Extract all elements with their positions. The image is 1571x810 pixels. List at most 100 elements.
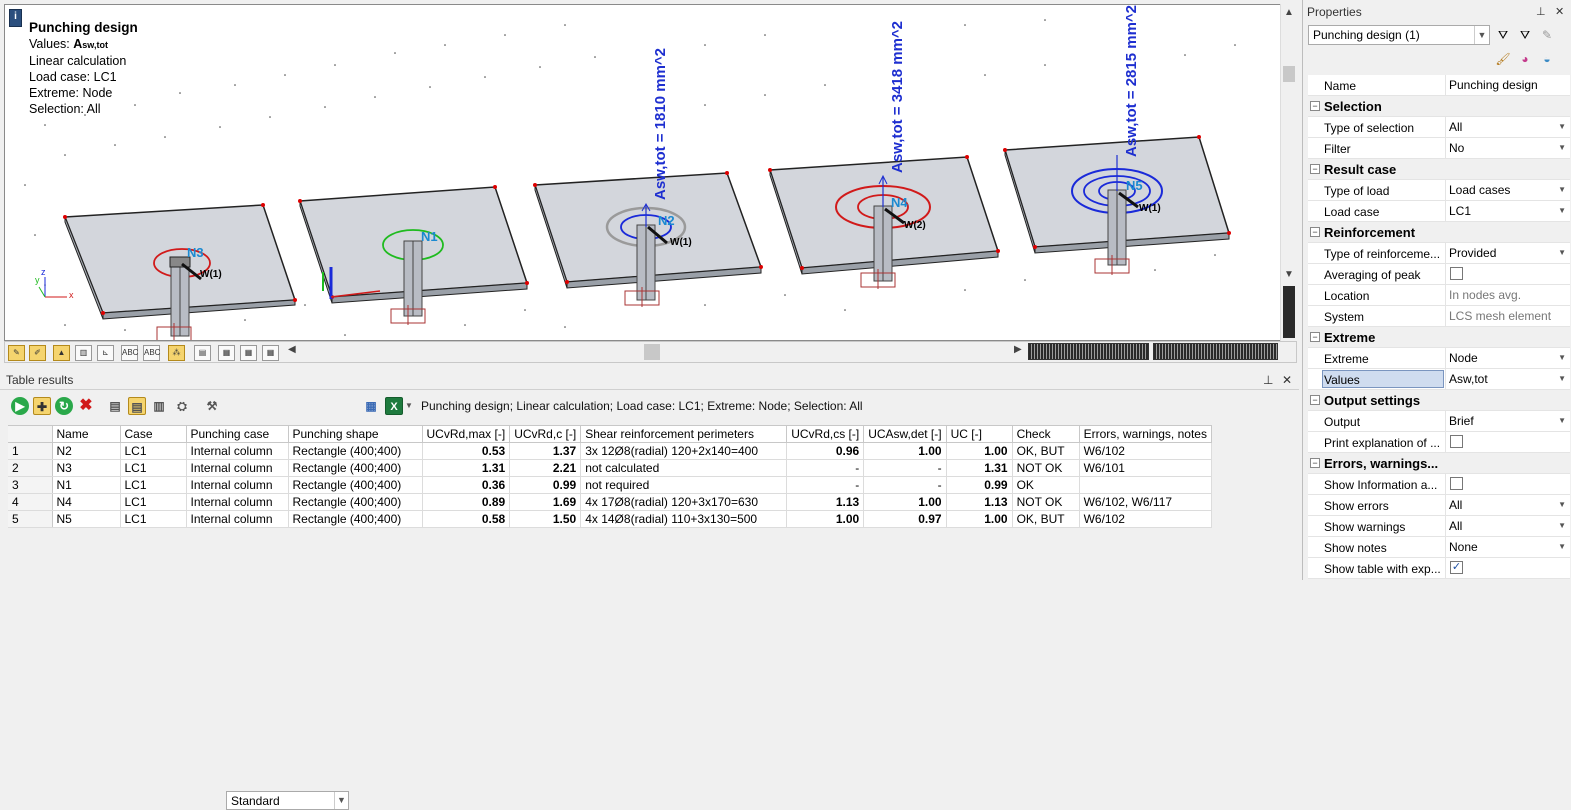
info-button[interactable]: i: [9, 9, 22, 27]
property-row[interactable]: Show notes None ▼: [1308, 537, 1570, 558]
property-row[interactable]: System LCS mesh element: [1308, 306, 1570, 327]
property-value[interactable]: Provided ▼: [1445, 243, 1570, 263]
property-value[interactable]: None ▼: [1445, 537, 1570, 557]
cell-uc[interactable]: 0.99: [946, 476, 1013, 494]
filter-icon[interactable]: ⛛: [1493, 26, 1513, 44]
chevron-down-icon[interactable]: ▼: [1558, 416, 1566, 425]
mesh-icon[interactable]: ⁂: [168, 345, 185, 361]
cell-name[interactable]: N1: [52, 476, 121, 494]
property-group[interactable]: − Reinforcement: [1308, 222, 1570, 243]
refresh-icon[interactable]: ↻: [55, 397, 73, 415]
cell-uc[interactable]: 1.31: [946, 459, 1013, 477]
filter-add-icon[interactable]: ⛛: [1515, 26, 1535, 44]
chevron-down-icon[interactable]: ▼: [1558, 521, 1566, 530]
property-row[interactable]: Filter No ▼: [1308, 138, 1570, 159]
row-number[interactable]: 3: [8, 476, 53, 494]
cell-ucvrd-c[interactable]: 1.50: [509, 510, 582, 528]
pen-filled-icon[interactable]: ✐: [29, 345, 46, 361]
table-view-active-icon[interactable]: ▤: [128, 397, 146, 415]
node-label-n5[interactable]: N5: [1126, 178, 1143, 193]
chevron-down-icon[interactable]: ▼: [1558, 353, 1566, 362]
scroll-thumb[interactable]: [1283, 66, 1295, 82]
cell-ucvrd-c[interactable]: 1.37: [509, 442, 582, 460]
cell-case[interactable]: LC1: [120, 442, 187, 460]
cell-ucvrd-c[interactable]: 1.69: [509, 493, 582, 511]
chevron-down-icon[interactable]: ▼: [1558, 206, 1566, 215]
cell-case[interactable]: LC1: [120, 510, 187, 528]
cell-ucvrd-cs[interactable]: -: [786, 459, 865, 477]
close-icon[interactable]: ✕: [1282, 373, 1292, 387]
cell-check[interactable]: OK, BUT: [1012, 510, 1080, 528]
scroll-up-icon[interactable]: ▲: [1281, 6, 1297, 20]
cell-ucvrd-c[interactable]: 2.21: [509, 459, 582, 477]
column-header[interactable]: Name: [52, 425, 121, 443]
cell-case[interactable]: LC1: [120, 476, 187, 494]
cell-ucvrd-c[interactable]: 0.99: [509, 476, 582, 494]
cell-ucasw-det[interactable]: -: [863, 459, 947, 477]
cell-case[interactable]: LC1: [120, 493, 187, 511]
property-row[interactable]: Location In nodes avg.: [1308, 285, 1570, 306]
add-icon[interactable]: ✚: [33, 397, 51, 415]
chevron-down-icon[interactable]: ▼: [1558, 542, 1566, 551]
collapse-icon[interactable]: −: [1310, 227, 1320, 237]
dropdown-arrow-icon[interactable]: ▼: [404, 397, 414, 415]
cell-punching-shape[interactable]: Rectangle (400;400): [288, 510, 423, 528]
chart-icon[interactable]: ▥: [75, 345, 92, 361]
property-value[interactable]: Node ▼: [1445, 348, 1570, 368]
checkbox[interactable]: ✓: [1450, 561, 1463, 574]
play-icon[interactable]: ▶: [11, 397, 29, 415]
property-row[interactable]: Averaging of peak: [1308, 264, 1570, 285]
checkbox[interactable]: [1450, 477, 1463, 490]
brush-icon[interactable]: 🖌: [1493, 50, 1513, 68]
cell-punching-case[interactable]: Internal column: [186, 459, 289, 477]
cell-notes[interactable]: W6/102, W6/117: [1079, 493, 1212, 511]
viewport-horizontal-scrollbar[interactable]: ◀ ▶: [286, 344, 1028, 360]
node-label-n2[interactable]: N2: [658, 213, 675, 228]
table-row[interactable]: 4 N4 LC1 Internal column Rectangle (400;…: [8, 493, 1212, 511]
property-value[interactable]: All ▼: [1445, 516, 1570, 536]
excel-icon[interactable]: X: [385, 397, 403, 415]
checkbox[interactable]: [1450, 267, 1463, 280]
chevron-down-icon[interactable]: ▼: [1558, 500, 1566, 509]
property-row[interactable]: Values Asw,tot ▼: [1308, 369, 1570, 390]
cell-shear-perimeters[interactable]: not calculated: [580, 459, 788, 477]
property-row[interactable]: Show Information a...: [1308, 474, 1570, 495]
cell-check[interactable]: NOT OK: [1012, 493, 1080, 511]
property-group[interactable]: − Selection: [1308, 96, 1570, 117]
scroll-thumb[interactable]: [644, 344, 660, 360]
cell-notes[interactable]: W6/102: [1079, 510, 1212, 528]
property-row[interactable]: Load case LC1 ▼: [1308, 201, 1570, 222]
delete-icon[interactable]: ✖: [77, 397, 95, 415]
cell-uc[interactable]: 1.13: [946, 493, 1013, 511]
row-number[interactable]: 4: [8, 493, 53, 511]
pen-icon[interactable]: ✎: [8, 345, 25, 361]
chevron-down-icon[interactable]: ▼: [1558, 248, 1566, 257]
chevron-down-icon[interactable]: ▼: [1558, 122, 1566, 131]
cell-punching-case[interactable]: Internal column: [186, 493, 289, 511]
property-row[interactable]: Show errors All ▼: [1308, 495, 1570, 516]
property-value[interactable]: No ▼: [1445, 138, 1570, 158]
cell-case[interactable]: LC1: [120, 459, 187, 477]
cell-check[interactable]: NOT OK: [1012, 459, 1080, 477]
cell-ucvrd-max[interactable]: 1.31: [422, 459, 511, 477]
column-header-index[interactable]: [8, 425, 53, 443]
property-value[interactable]: Punching design: [1445, 75, 1570, 95]
property-value[interactable]: Brief ▼: [1445, 411, 1570, 431]
cell-ucasw-det[interactable]: 1.00: [863, 442, 947, 460]
chevron-down-icon[interactable]: ▼: [1558, 185, 1566, 194]
table-row[interactable]: 1 N2 LC1 Internal column Rectangle (400;…: [8, 442, 1212, 460]
cell-ucvrd-cs[interactable]: 0.96: [786, 442, 865, 460]
property-row[interactable]: Output Brief ▼: [1308, 411, 1570, 432]
collapse-icon[interactable]: −: [1310, 458, 1320, 468]
scroll-left-icon[interactable]: ◀: [288, 344, 296, 355]
settings-icon[interactable]: ⛭: [173, 397, 191, 415]
table-row[interactable]: 3 N1 LC1 Internal column Rectangle (400;…: [8, 476, 1212, 494]
cell-name[interactable]: N3: [52, 459, 121, 477]
table-row[interactable]: 5 N5 LC1 Internal column Rectangle (400;…: [8, 510, 1212, 528]
palette-icon[interactable]: ◕: [1515, 50, 1535, 68]
cell-check[interactable]: OK, BUT: [1012, 442, 1080, 460]
close-icon[interactable]: ✕: [1555, 5, 1564, 18]
column-header[interactable]: Punching shape: [288, 425, 423, 443]
chevron-down-icon[interactable]: ▼: [1558, 374, 1566, 383]
pin-icon[interactable]: ⊥: [1536, 5, 1546, 18]
